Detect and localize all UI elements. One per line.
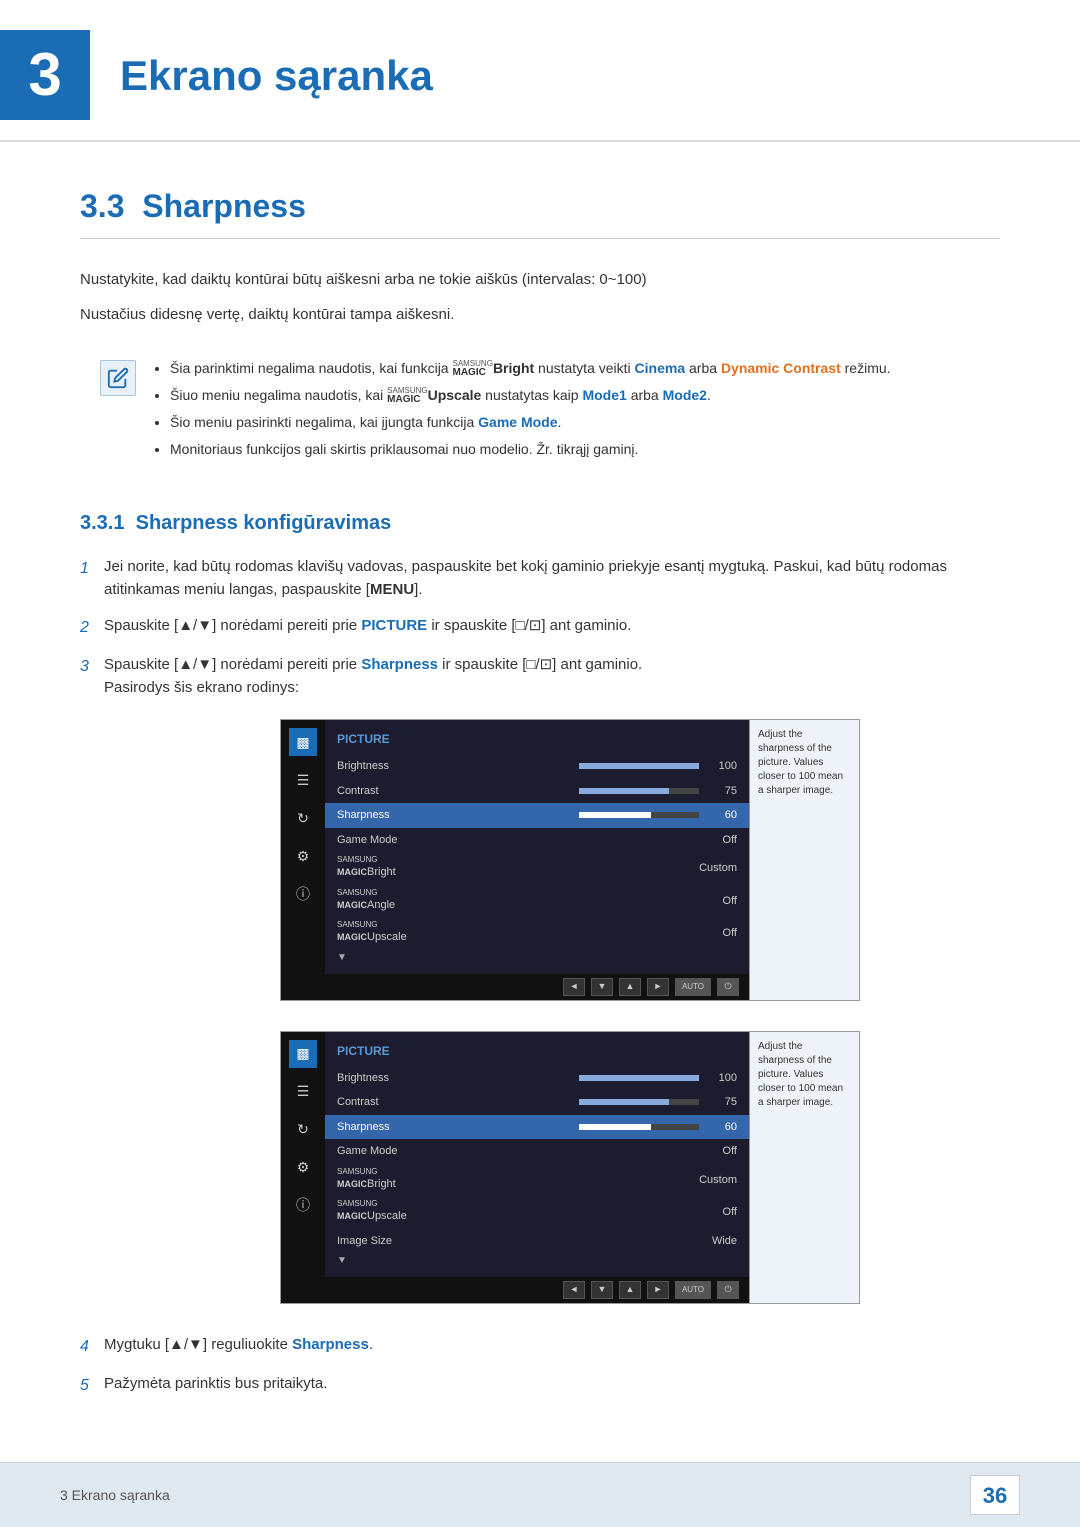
osd-icon-settings-2: ⚙ bbox=[289, 1154, 317, 1182]
osd-nav-power-2: ⏻ bbox=[717, 1281, 739, 1299]
footer-chapter-label: 3 Ekrano sąranka bbox=[60, 1485, 170, 1506]
osd-nav-right-2: ► bbox=[647, 1281, 669, 1299]
osd-nav-down-2: ▼ bbox=[591, 1281, 613, 1299]
note-item-1: Šia parinktimi negalima naudotis, kai fu… bbox=[170, 358, 891, 379]
osd-item-sharpness-1: Sharpness 60 bbox=[325, 803, 749, 828]
osd-item-contrast-1: Contrast 75 bbox=[325, 779, 749, 804]
osd-item-sharpness-2: Sharpness 60 bbox=[325, 1115, 749, 1140]
osd-display-2: ▩ ☰ ↻ ⚙ ⓘ PICTURE Brightness 100 bbox=[280, 1031, 860, 1305]
osd-nav-up-2: ▲ bbox=[619, 1281, 641, 1299]
step-1: 1 Jei norite, kad būtų rodomas klavišų v… bbox=[80, 556, 1000, 601]
section-heading: 3.3 Sharpness bbox=[80, 182, 1000, 239]
osd-screenshot-2: ▩ ☰ ↻ ⚙ ⓘ PICTURE Brightness 100 bbox=[280, 1031, 860, 1305]
step-5: 5 Pažymėta parinktis bus pritaikyta. bbox=[80, 1373, 1000, 1398]
steps-list-cont: 4 Mygtuku [▲/▼] reguliuokite Sharpness. … bbox=[80, 1334, 1000, 1398]
osd-icon-rotate: ↻ bbox=[289, 804, 317, 832]
osd-nav-right: ► bbox=[647, 978, 669, 996]
osd-menu-1: PICTURE Brightness 100 Contrast 75 bbox=[325, 720, 749, 974]
osd-nav-up: ▲ bbox=[619, 978, 641, 996]
osd-item-magicangle-1: SAMSUNGMAGICAngle Off bbox=[325, 885, 749, 918]
osd-bottom-2: ◄ ▼ ▲ ► AUTO ⏻ bbox=[325, 1277, 749, 1303]
osd-item-gamemode-2: Game Mode Off bbox=[325, 1139, 749, 1164]
subsection-number: 3.3.1 bbox=[80, 512, 124, 534]
osd-nav-power: ⏻ bbox=[717, 978, 739, 996]
step-3: 3 Spauskite [▲/▼] norėdami pereiti prie … bbox=[80, 654, 1000, 699]
note-item-4: Monitoriaus funkcijos gali skirtis prikl… bbox=[170, 439, 891, 460]
screenshots-area: ▩ ☰ ↻ ⚙ ⓘ PICTURE Brightness 100 bbox=[140, 719, 1000, 1304]
osd-menu-title-1: PICTURE bbox=[325, 726, 749, 754]
osd-nav-left-2: ◄ bbox=[563, 1281, 585, 1299]
osd-icon-menu-2: ☰ bbox=[289, 1078, 317, 1106]
note-item-2: Šiuo meniu negalima naudotis, kai SAMSUN… bbox=[170, 385, 891, 406]
osd-item-magicbright-1: SAMSUNGMAGICBright Custom bbox=[325, 852, 749, 885]
osd-display-1: ▩ ☰ ↻ ⚙ ⓘ PICTURE Brightness 100 bbox=[280, 719, 860, 1001]
osd-icon-menu: ☰ bbox=[289, 766, 317, 794]
osd-scroll-indicator-2: ▼ bbox=[325, 1253, 749, 1271]
osd-nav-auto-2: AUTO bbox=[675, 1281, 711, 1299]
footer-page-number: 36 bbox=[970, 1475, 1020, 1515]
note-content: Šia parinktimi negalima naudotis, kai fu… bbox=[152, 358, 891, 466]
osd-item-magicupscale-2: SAMSUNGMAGICUpscale Off bbox=[325, 1196, 749, 1229]
intro-line-2: Nustačius didesnę vertę, daiktų kontūrai… bbox=[80, 304, 1000, 327]
osd-icon-picture-2: ▩ bbox=[289, 1040, 317, 1068]
osd-menu-2: PICTURE Brightness 100 Contrast 75 bbox=[325, 1032, 749, 1278]
osd-help-text-1: Adjust the sharpness of the picture. Val… bbox=[749, 720, 859, 1000]
osd-help-text-2: Adjust the sharpness of the picture. Val… bbox=[749, 1032, 859, 1304]
osd-scroll-indicator-1: ▼ bbox=[325, 950, 749, 968]
step-2: 2 Spauskite [▲/▼] norėdami pereiti prie … bbox=[80, 615, 1000, 640]
osd-icon-rotate-2: ↻ bbox=[289, 1116, 317, 1144]
page-content: 3.3 Sharpness Nustatykite, kad daiktų ko… bbox=[0, 182, 1080, 1398]
steps-list: 1 Jei norite, kad būtų rodomas klavišų v… bbox=[80, 556, 1000, 699]
osd-sidebar-1: ▩ ☰ ↻ ⚙ ⓘ bbox=[281, 720, 325, 1000]
subsection-title: Sharpness konfigūravimas bbox=[136, 512, 392, 534]
osd-nav-left: ◄ bbox=[563, 978, 585, 996]
osd-item-brightness-1: Brightness 100 bbox=[325, 754, 749, 779]
chapter-title: Ekrano sąranka bbox=[120, 44, 433, 107]
chapter-number: 3 bbox=[28, 45, 61, 105]
section-number: 3.3 bbox=[80, 188, 124, 224]
subsection-heading: 3.3.1 Sharpness konfigūravimas bbox=[80, 508, 1000, 538]
note-icon bbox=[100, 360, 136, 396]
note-box: Šia parinktimi negalima naudotis, kai fu… bbox=[80, 346, 1000, 478]
osd-nav-down: ▼ bbox=[591, 978, 613, 996]
osd-sidebar-2: ▩ ☰ ↻ ⚙ ⓘ bbox=[281, 1032, 325, 1304]
osd-item-contrast-2: Contrast 75 bbox=[325, 1090, 749, 1115]
osd-item-imagesize-2: Image Size Wide bbox=[325, 1229, 749, 1254]
osd-item-magicupscale-1: SAMSUNGMAGICUpscale Off bbox=[325, 917, 749, 950]
osd-screenshot-1: ▩ ☰ ↻ ⚙ ⓘ PICTURE Brightness 100 bbox=[280, 719, 860, 1001]
osd-icon-info-2: ⓘ bbox=[289, 1192, 317, 1220]
osd-menu-title-2: PICTURE bbox=[325, 1038, 749, 1066]
intro-line-1: Nustatykite, kad daiktų kontūrai būtų ai… bbox=[80, 269, 1000, 292]
osd-item-brightness-2: Brightness 100 bbox=[325, 1066, 749, 1091]
osd-icon-settings: ⚙ bbox=[289, 842, 317, 870]
osd-item-gamemode-1: Game Mode Off bbox=[325, 828, 749, 853]
osd-item-magicbright-2: SAMSUNGMAGICBright Custom bbox=[325, 1164, 749, 1197]
page-footer: 3 Ekrano sąranka 36 bbox=[0, 1462, 1080, 1527]
chapter-number-box: 3 bbox=[0, 30, 90, 120]
osd-icon-info: ⓘ bbox=[289, 880, 317, 908]
section-title: Sharpness bbox=[142, 188, 306, 224]
osd-icon-picture: ▩ bbox=[289, 728, 317, 756]
note-item-3: Šio meniu pasirinkti negalima, kai įjung… bbox=[170, 412, 891, 433]
osd-nav-auto: AUTO bbox=[675, 978, 711, 996]
step-4: 4 Mygtuku [▲/▼] reguliuokite Sharpness. bbox=[80, 1334, 1000, 1359]
chapter-header: 3 Ekrano sąranka bbox=[0, 0, 1080, 142]
osd-bottom-1: ◄ ▼ ▲ ► AUTO ⏻ bbox=[325, 974, 749, 1000]
